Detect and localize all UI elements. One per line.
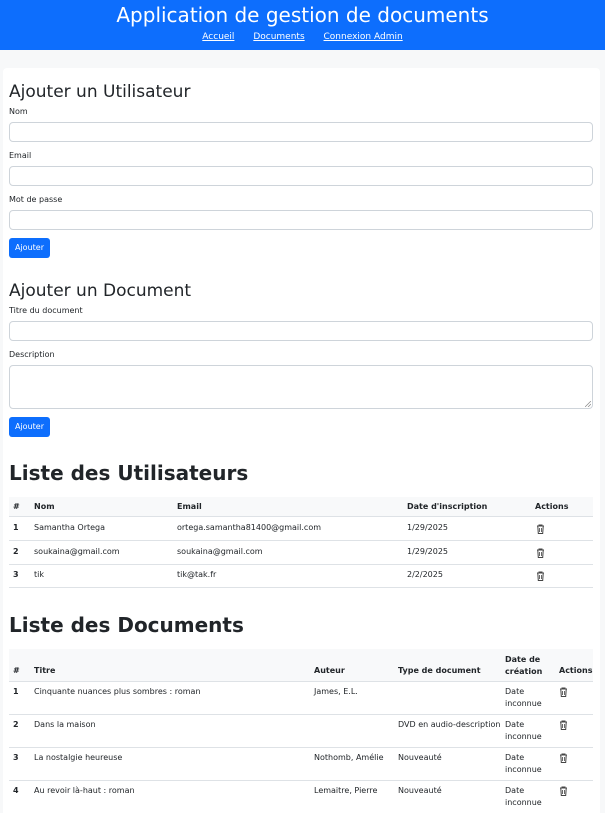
resize-grip-icon[interactable] [585,401,591,407]
name-label: Nom [9,107,28,116]
document-date: Date inconnue [505,720,542,741]
nav-link-accueil[interactable]: Accueil [202,32,234,42]
col-actions: Actions [535,502,569,511]
name-input[interactable] [9,122,593,142]
app-title: Application de gestion de documents [116,3,489,27]
document-type: DVD en audio-description [398,720,501,729]
documents-table-header: # Titre Auteur Type de document Date de … [9,649,593,682]
col-date: Date d'inscription [407,502,488,511]
col-title: Titre [34,666,56,675]
users-list-title: Liste des Utilisateurs [9,461,249,485]
nav-link-documents[interactable]: Documents [253,32,304,42]
trash-icon[interactable] [536,524,545,534]
document-author: Nothomb, Amélie [314,753,384,762]
col-name: Nom [34,502,55,511]
description-label: Description [9,350,55,359]
col-id: # [13,502,20,511]
user-date: 2/2/2025 [407,570,443,579]
row-id: 1 [13,687,19,696]
trash-icon[interactable] [536,548,545,558]
document-date: Date inconnue [505,687,542,708]
row-id: 4 [13,786,19,795]
add-user-title: Ajouter un Utilisateur [9,82,191,102]
app-header: Application de gestion de documents Accu… [0,0,605,50]
table-row: 2 soukaina@gmail.com soukaina@gmail.com … [9,541,593,565]
trash-icon[interactable] [536,571,545,581]
user-name: tik [34,570,44,579]
document-title: Cinquante nuances plus sombres : roman [34,687,201,696]
document-type: Nouveauté [398,753,442,762]
document-title: La nostalgie heureuse [34,753,123,762]
trash-icon[interactable] [559,720,568,730]
trash-icon[interactable] [559,753,568,763]
document-title-input[interactable] [9,321,593,341]
col-type: Type de document [398,666,481,675]
table-row: 3 La nostalgie heureuse Nothomb, Amélie … [9,748,593,781]
document-title-label: Titre du document [9,306,83,315]
user-name: soukaina@gmail.com [34,547,120,556]
col-author: Auteur [314,666,345,675]
add-document-title: Ajouter un Document [9,281,192,301]
user-email: ortega.samantha81400@gmail.com [177,523,322,532]
main-nav: Accueil Documents Connexion Admin [0,31,605,43]
document-author: Lemaitre, Pierre [314,786,378,795]
user-date: 1/29/2025 [407,523,449,532]
row-id: 2 [13,547,19,556]
row-id: 3 [13,570,19,579]
document-author: James, E.L. [314,687,358,696]
table-row: 3 tik tik@tak.fr 2/2/2025 [9,565,593,588]
add-document-button[interactable]: Ajouter [9,417,50,437]
col-email: Email [177,502,202,511]
user-email: soukaina@gmail.com [177,547,263,556]
password-label: Mot de passe [9,195,63,204]
user-name: Samantha Ortega [34,523,106,532]
trash-icon[interactable] [559,786,568,796]
col-actions: Actions [559,666,593,675]
description-textarea[interactable] [9,365,593,409]
email-input[interactable] [9,166,593,186]
document-date: Date inconnue [505,786,542,807]
table-row: 1 Samantha Ortega ortega.samantha81400@g… [9,517,593,541]
document-title: Au revoir là-haut : roman [34,786,135,795]
table-row: 1 Cinquante nuances plus sombres : roman… [9,682,593,715]
table-row: 4 Au revoir là-haut : roman Lemaitre, Pi… [9,781,593,813]
user-email: tik@tak.fr [177,570,217,579]
documents-list-title: Liste des Documents [9,613,244,637]
password-input[interactable] [9,210,593,230]
table-row: 2 Dans la maison DVD en audio-descriptio… [9,715,593,748]
row-id: 3 [13,753,19,762]
document-title: Dans la maison [34,720,96,729]
row-id: 1 [13,523,19,532]
col-created: Date de création [505,655,543,676]
col-id: # [13,666,20,675]
add-user-button[interactable]: Ajouter [9,238,50,258]
document-date: Date inconnue [505,753,542,774]
email-label: Email [9,151,32,160]
users-table-header: # Nom Email Date d'inscription Actions [9,497,593,517]
user-date: 1/29/2025 [407,547,449,556]
trash-icon[interactable] [559,687,568,697]
nav-link-connexion-admin[interactable]: Connexion Admin [324,32,403,42]
document-type: Nouveauté [398,786,442,795]
row-id: 2 [13,720,19,729]
